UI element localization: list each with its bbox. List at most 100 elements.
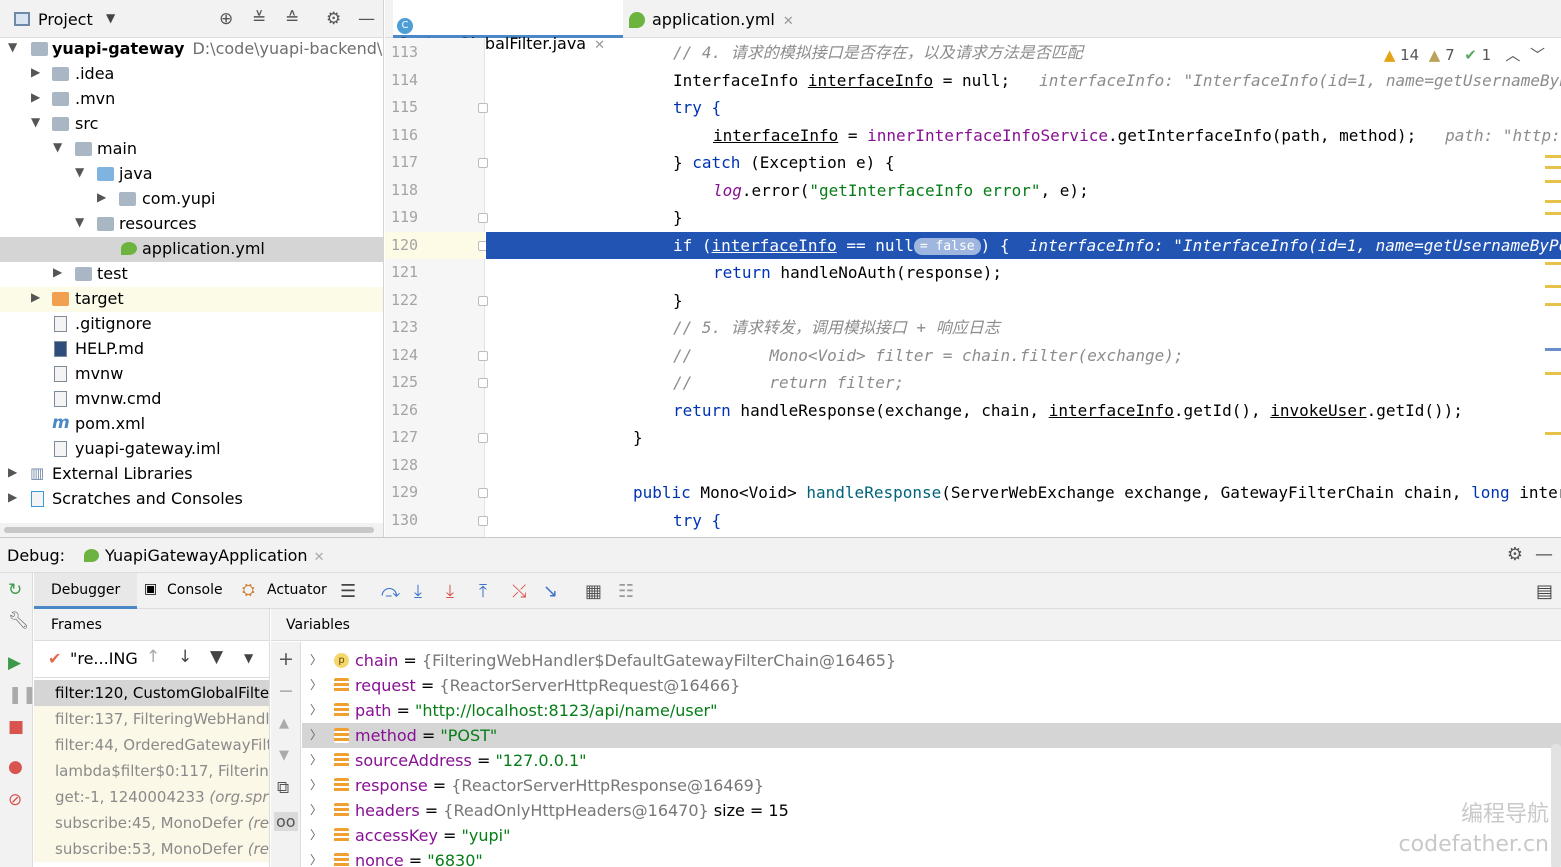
tree-item-mvnw[interactable]: mvnw — [0, 362, 383, 387]
locate-icon[interactable]: ⊕ — [219, 9, 233, 29]
chevron-right-icon[interactable]: 〉 — [310, 673, 322, 698]
chevron-right-icon[interactable]: ▶ — [8, 490, 17, 504]
line-number[interactable]: 129 — [385, 479, 485, 507]
drop-frame-icon[interactable]: ⤯ — [512, 581, 526, 602]
tree-item-java[interactable]: ▼ java — [0, 162, 383, 187]
tree-item-application-yml[interactable]: application.yml — [0, 237, 383, 262]
line-number[interactable]: 113 — [385, 39, 485, 67]
warning-marker[interactable] — [1545, 262, 1561, 265]
stop-icon[interactable]: ■ — [8, 717, 24, 737]
arrow-down-icon[interactable]: ↓ — [178, 647, 192, 667]
chevron-right-icon[interactable]: 〉 — [310, 748, 322, 773]
step-out-icon[interactable]: ⤒ — [479, 581, 487, 602]
variable-row[interactable]: 〉 path = "http://localhost:8123/api/name/… — [302, 698, 1561, 723]
warning-marker[interactable] — [1545, 372, 1561, 375]
warning-marker[interactable] — [1545, 155, 1561, 158]
chevron-right-icon[interactable]: 〉 — [310, 823, 322, 848]
chevron-down-icon[interactable]: ▼ — [53, 140, 62, 154]
chevron-right-icon[interactable]: ▶ — [31, 90, 40, 104]
frame-item[interactable]: filter:44, OrderedGatewayFilte — [34, 732, 269, 758]
close-icon[interactable]: ✕ — [314, 550, 325, 565]
chevron-right-icon[interactable]: 〉 — [310, 723, 322, 748]
project-title[interactable]: Project — [38, 10, 93, 29]
variable-row[interactable]: 〉 sourceAddress = "127.0.0.1" — [302, 748, 1561, 773]
variable-row[interactable]: 〉 request = {ReactorServerHttpRequest@164… — [302, 673, 1561, 698]
line-number[interactable]: 118 — [385, 177, 485, 205]
code-area[interactable]: // 4. 请求的模拟接口是否存在，以及请求方法是否匹配 InterfaceIn… — [486, 38, 1561, 537]
line-number[interactable]: 121 — [385, 259, 485, 287]
chevron-right-icon[interactable]: ▶ — [97, 190, 106, 204]
tree-item-src[interactable]: ▼ src — [0, 112, 383, 137]
move-down-icon[interactable]: ▼ — [279, 748, 289, 763]
step-into-icon[interactable]: ⤓ — [414, 581, 422, 602]
wrench-icon[interactable]: 🔧︎ — [8, 611, 30, 631]
remove-watch-icon[interactable]: − — [278, 680, 294, 702]
variable-row[interactable]: 〉 p chain = {FilteringWebHandler$DefaultGa… — [302, 648, 1561, 673]
chevron-right-icon[interactable]: 〉 — [310, 798, 322, 823]
line-number[interactable]: 117 — [385, 149, 485, 177]
chevron-down-icon[interactable]: ▼ — [106, 11, 115, 25]
view-breakpoints-icon[interactable]: ● — [8, 757, 23, 777]
variable-row[interactable]: 〉 response = {ReactorServerHttpResponse@1… — [302, 773, 1561, 798]
thread-label[interactable]: "re...ING — [70, 649, 138, 668]
caret-marker[interactable] — [1545, 348, 1561, 351]
chevron-down-icon[interactable]: ▼ — [244, 651, 253, 665]
close-icon[interactable]: ✕ — [783, 14, 794, 29]
line-number[interactable]: 126 — [385, 397, 485, 425]
line-number[interactable]: 127 — [385, 424, 485, 452]
pause-icon[interactable]: ❚❚ — [8, 685, 37, 705]
tree-item-test[interactable]: ▶ test — [0, 262, 383, 287]
warning-marker[interactable] — [1545, 200, 1561, 203]
chevron-down-icon[interactable]: ▼ — [75, 165, 84, 179]
add-watch-icon[interactable]: + — [278, 648, 294, 670]
tree-item-scratches[interactable]: ▶ Scratches and Consoles — [0, 487, 383, 512]
tree-item-main[interactable]: ▼ main — [0, 137, 383, 162]
warning-marker[interactable] — [1545, 212, 1561, 215]
tree-item-com-yupi[interactable]: ▶ com.yupi — [0, 187, 383, 212]
tree-item-resources[interactable]: ▼ resources — [0, 212, 383, 237]
copy-icon[interactable]: ⧉ — [277, 778, 289, 798]
tree-item-mvnw-cmd[interactable]: mvnw.cmd — [0, 387, 383, 412]
chevron-right-icon[interactable]: ▶ — [31, 290, 40, 304]
run-to-cursor-icon[interactable]: ↘ — [543, 581, 558, 602]
gear-icon[interactable]: ⚙ — [1507, 544, 1523, 565]
frame-item[interactable]: subscribe:53, MonoDefer (rea — [34, 836, 269, 862]
tree-item-external-libraries[interactable]: ▶ ▥ External Libraries — [0, 462, 383, 487]
chevron-right-icon[interactable]: 〉 — [310, 773, 322, 798]
tree-item-help-md[interactable]: HELP.md — [0, 337, 383, 362]
variable-row[interactable]: 〉 headers = {ReadOnlyHttpHeaders@16470} s… — [302, 798, 1561, 823]
tab-customglobalfilter[interactable]: CCustomGlobalFilter.java ✕ — [393, 0, 623, 53]
line-number[interactable]: 120 — [385, 231, 485, 259]
force-step-into-icon[interactable]: ⤓ — [446, 581, 454, 602]
move-up-icon[interactable]: ▲ — [279, 716, 289, 731]
line-number[interactable]: 123 — [385, 314, 485, 342]
layout-icon[interactable]: ▤ — [1536, 581, 1553, 602]
tree-item-idea[interactable]: ▶ .idea — [0, 62, 383, 87]
tree-item-mvn[interactable]: ▶ .mvn — [0, 87, 383, 112]
tab-actuator[interactable]: Actuator — [267, 582, 327, 598]
warning-marker[interactable] — [1545, 180, 1561, 183]
tab-console[interactable]: Console — [167, 582, 223, 598]
evaluate-expression-icon[interactable]: ▦ — [585, 581, 602, 602]
run-config-tab[interactable]: YuapiGatewayApplication ✕ — [84, 546, 324, 565]
mute-breakpoints-icon[interactable]: ⊘ — [8, 790, 22, 810]
line-number[interactable]: 114 — [385, 67, 485, 95]
resume-icon[interactable]: ▶ — [8, 653, 21, 673]
show-watches-icon[interactable]: oo — [274, 812, 298, 831]
warning-marker[interactable] — [1545, 432, 1561, 435]
frame-item[interactable]: filter:120, CustomGlobalFilter — [34, 680, 269, 706]
minimize-icon[interactable]: — — [358, 9, 375, 29]
frame-item[interactable]: get:-1, 1240004233 (org.spri — [34, 784, 269, 810]
chevron-right-icon[interactable]: ▶ — [8, 465, 17, 479]
chevron-right-icon[interactable]: ▶ — [31, 65, 40, 79]
line-number[interactable]: 115 — [385, 94, 485, 122]
variable-row[interactable]: 〉 nonce = "6830" — [302, 848, 1561, 867]
arrow-up-icon[interactable]: ↑ — [146, 647, 160, 667]
chevron-down-icon[interactable]: ▼ — [75, 215, 84, 229]
tree-item-iml[interactable]: yuapi-gateway.iml — [0, 437, 383, 462]
chevron-right-icon[interactable]: 〉 — [310, 648, 322, 673]
chevron-right-icon[interactable]: 〉 — [310, 848, 322, 867]
gear-icon[interactable]: ⚙ — [326, 9, 341, 29]
tree-item-target[interactable]: ▶ target — [0, 287, 383, 312]
warning-marker[interactable] — [1545, 285, 1561, 288]
